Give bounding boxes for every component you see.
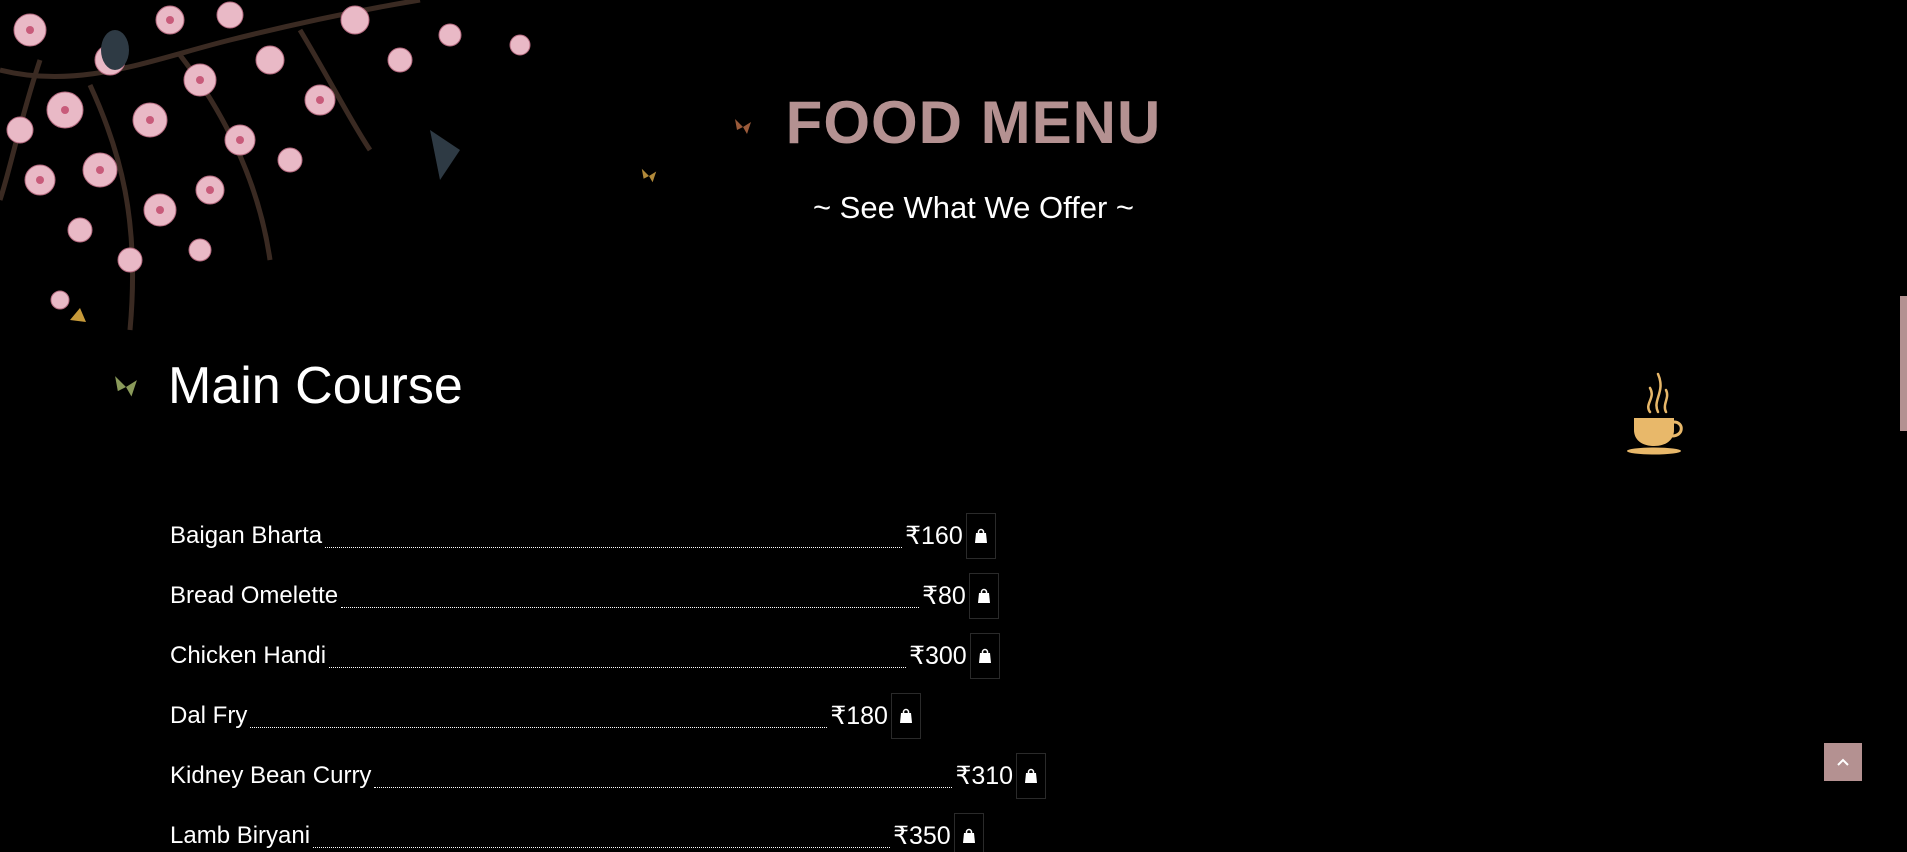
add-to-cart-button[interactable] — [890, 693, 921, 739]
butterfly-icon — [115, 376, 137, 397]
page-subtitle: ~ See What We Offer ~ — [812, 190, 1135, 225]
add-to-cart-button[interactable] — [965, 513, 996, 559]
item-price: ₹80 — [922, 582, 966, 610]
item-name: Bread Omelette — [170, 582, 339, 609]
page-title: FOOD MENU — [785, 89, 1162, 156]
list-item: Chicken Handi ₹300 — [170, 626, 1046, 686]
dot-leader — [374, 787, 953, 788]
dot-leader — [329, 667, 907, 668]
item-price: ₹160 — [905, 522, 963, 550]
coffee-cup-icon — [1627, 372, 1683, 455]
shopping-bag-icon — [974, 528, 987, 543]
dot-leader — [341, 607, 920, 608]
butterfly-icon — [641, 168, 657, 183]
add-to-cart-button[interactable] — [969, 633, 1000, 679]
item-name: Baigan Bharta — [170, 522, 323, 549]
list-item: Dal Fry ₹180 — [170, 686, 1046, 746]
shopping-bag-icon — [1025, 768, 1038, 783]
shopping-bag-icon — [899, 708, 912, 723]
item-price: ₹180 — [830, 702, 888, 730]
food-menu-page: FOOD MENU ~ See What We Offer ~ Main Cou… — [0, 0, 1907, 852]
add-to-cart-button[interactable] — [968, 573, 999, 619]
scroll-to-top-button[interactable] — [1824, 743, 1862, 781]
list-item: Baigan Bharta ₹160 — [170, 506, 1046, 566]
section-heading: Main Course — [168, 357, 463, 415]
list-item: Bread Omelette ₹80 — [170, 566, 1046, 626]
item-name: Lamb Biryani — [170, 822, 311, 849]
list-item: Lamb Biryani ₹350 — [170, 806, 1046, 852]
chevron-up-icon — [1837, 758, 1849, 766]
item-name: Kidney Bean Curry — [170, 762, 372, 789]
cherry-blossom-decoration — [0, 0, 531, 331]
shopping-bag-icon — [977, 588, 990, 603]
add-to-cart-button[interactable] — [1016, 753, 1047, 799]
scrollbar-thumb[interactable] — [1900, 296, 1907, 431]
item-price: ₹300 — [909, 642, 967, 670]
item-name: Dal Fry — [170, 702, 248, 729]
dot-leader — [313, 847, 891, 848]
shopping-bag-icon — [978, 648, 991, 663]
item-price: ₹350 — [893, 822, 951, 850]
list-item: Kidney Bean Curry ₹310 — [170, 746, 1047, 806]
item-name: Chicken Handi — [170, 642, 327, 669]
item-price: ₹310 — [955, 762, 1014, 790]
menu-list: Baigan Bharta ₹160 Bread Omelette ₹80 Ch… — [170, 506, 1047, 852]
add-to-cart-button[interactable] — [953, 813, 984, 852]
shopping-bag-icon — [962, 828, 975, 843]
dot-leader — [250, 727, 828, 728]
dot-leader — [325, 547, 903, 548]
